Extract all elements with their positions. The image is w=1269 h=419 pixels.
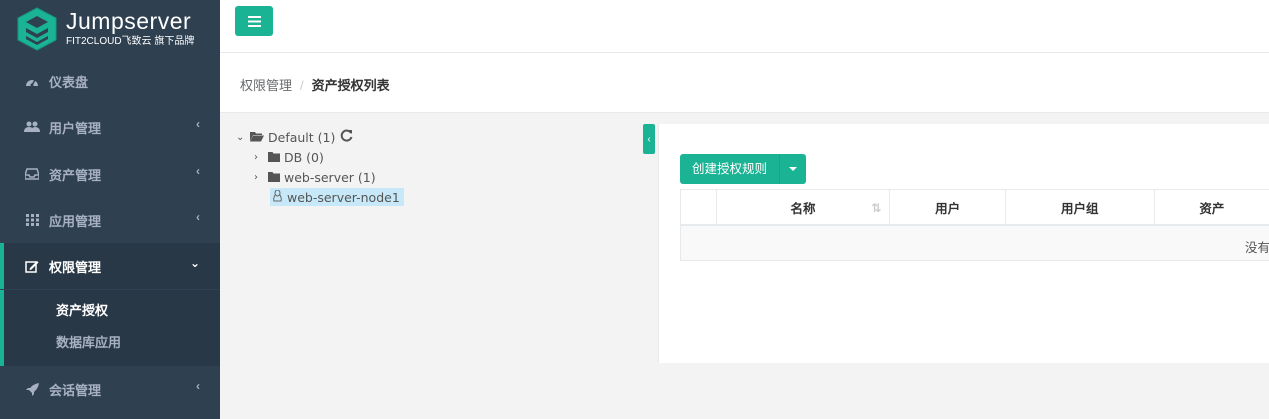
tree-node-root[interactable]: ⌄ Default (1) — [236, 128, 353, 146]
sidebar-item-label: 用户管理 — [49, 120, 102, 136]
column-header-name[interactable]: 名称 ⇅ — [717, 190, 891, 225]
folder-icon — [268, 170, 280, 185]
column-header-user[interactable]: 用户 — [890, 190, 1006, 225]
users-icon — [24, 121, 40, 133]
breadcrumb: 权限管理 / 资产授权列表 — [240, 75, 390, 94]
permission-table: 名称 ⇅ 用户 用户组 资产 没有 — [680, 189, 1269, 261]
sort-icon[interactable]: ⇅ — [871, 201, 881, 215]
rocket-icon — [24, 382, 40, 396]
tree-node[interactable]: › web-server (1) — [254, 168, 376, 186]
chevron-down-icon: ⌄ — [189, 256, 200, 270]
column-header-asset[interactable]: 资产 — [1155, 190, 1269, 225]
permission-list-panel: 创建授权规则 名称 ⇅ 用户 用户组 资产 没有 — [658, 124, 1269, 363]
column-header-select[interactable] — [681, 190, 717, 225]
hamburger-icon — [247, 15, 261, 27]
table-header: 名称 ⇅ 用户 用户组 资产 — [680, 189, 1269, 225]
brand-title: Jumpserver — [66, 7, 192, 34]
tree-node-label: web-server-node1 — [287, 189, 400, 205]
column-header-user-group[interactable]: 用户组 — [1006, 190, 1155, 225]
tree-node-label: Default (1) — [268, 129, 336, 145]
asset-tree: ⌄ Default (1) › DB (0) › web-server (1) … — [220, 113, 640, 419]
sidebar-item-label: 权限管理 — [49, 259, 102, 275]
sidebar-item-dashboard[interactable]: 仪表盘 — [0, 58, 220, 104]
sidebar-item-permissions[interactable]: 权限管理 ⌄ — [0, 243, 220, 289]
tree-node-selected[interactable]: web-server-node1 — [270, 188, 404, 206]
sidebar-item-assets[interactable]: 资产管理 ‹ — [0, 151, 220, 197]
brand-subtitle: FIT2CLOUD飞致云 旗下品牌 — [66, 35, 195, 47]
submenu-item-asset-permission[interactable]: 资产授权 — [56, 300, 108, 319]
edit-icon — [24, 260, 40, 273]
breadcrumb-separator: / — [300, 78, 304, 93]
tree-node[interactable]: › DB (0) — [254, 148, 324, 166]
collapse-tree-button[interactable]: ‹ — [643, 124, 655, 154]
logo-mark-icon — [16, 6, 58, 52]
chevron-right-icon[interactable]: › — [254, 152, 268, 163]
breadcrumb-bar: 权限管理 / 资产授权列表 — [220, 53, 1269, 113]
chevron-left-icon: ‹ — [196, 210, 200, 224]
top-navbar — [220, 0, 1269, 53]
permissions-submenu: 资产授权 数据库应用 — [0, 290, 220, 366]
breadcrumb-parent[interactable]: 权限管理 — [240, 78, 292, 93]
create-permission-button-group: 创建授权规则 — [680, 154, 807, 184]
sidebar-item-label: 仪表盘 — [49, 74, 89, 90]
column-header-label: 名称 — [790, 202, 816, 216]
refresh-icon[interactable] — [340, 129, 353, 145]
grid-icon — [24, 214, 40, 226]
tree-node-label: DB (0) — [284, 149, 324, 165]
chevron-right-icon[interactable]: › — [254, 172, 268, 183]
create-dropdown-toggle[interactable] — [779, 154, 807, 184]
empty-table-text: 没有 — [1244, 241, 1269, 255]
breadcrumb-current: 资产授权列表 — [311, 78, 390, 93]
chevron-left-icon: ‹ — [647, 133, 651, 145]
linux-icon — [272, 189, 283, 205]
menu-toggle-button[interactable] — [235, 6, 273, 36]
caret-down-icon — [789, 167, 798, 171]
sidebar-item-label: 会话管理 — [49, 382, 102, 398]
logo-area: Jumpserver FIT2CLOUD飞致云 旗下品牌 — [0, 0, 220, 57]
sidebar-item-sessions[interactable]: 会话管理 ‹ — [0, 366, 220, 412]
chevron-down-icon[interactable]: ⌄ — [236, 132, 250, 143]
dashboard-icon — [24, 75, 40, 87]
submenu-item-database-app[interactable]: 数据库应用 — [56, 332, 121, 351]
create-permission-button[interactable]: 创建授权规则 — [680, 154, 780, 184]
chevron-left-icon: ‹ — [196, 117, 200, 131]
sidebar-item-users[interactable]: 用户管理 ‹ — [0, 104, 220, 150]
table-empty-row: 没有 — [680, 225, 1269, 261]
chevron-left-icon: ‹ — [196, 379, 200, 393]
chevron-left-icon: ‹ — [196, 164, 200, 178]
sidebar-item-label: 应用管理 — [49, 213, 102, 229]
sidebar-item-label: 资产管理 — [49, 167, 102, 183]
folder-open-icon — [250, 130, 264, 145]
sidebar: Jumpserver FIT2CLOUD飞致云 旗下品牌 仪表盘 用户管理 ‹ … — [0, 0, 220, 419]
tree-node-label: web-server (1) — [284, 169, 376, 185]
inbox-icon — [24, 168, 40, 180]
sidebar-item-applications[interactable]: 应用管理 ‹ — [0, 197, 220, 243]
folder-icon — [268, 150, 280, 165]
